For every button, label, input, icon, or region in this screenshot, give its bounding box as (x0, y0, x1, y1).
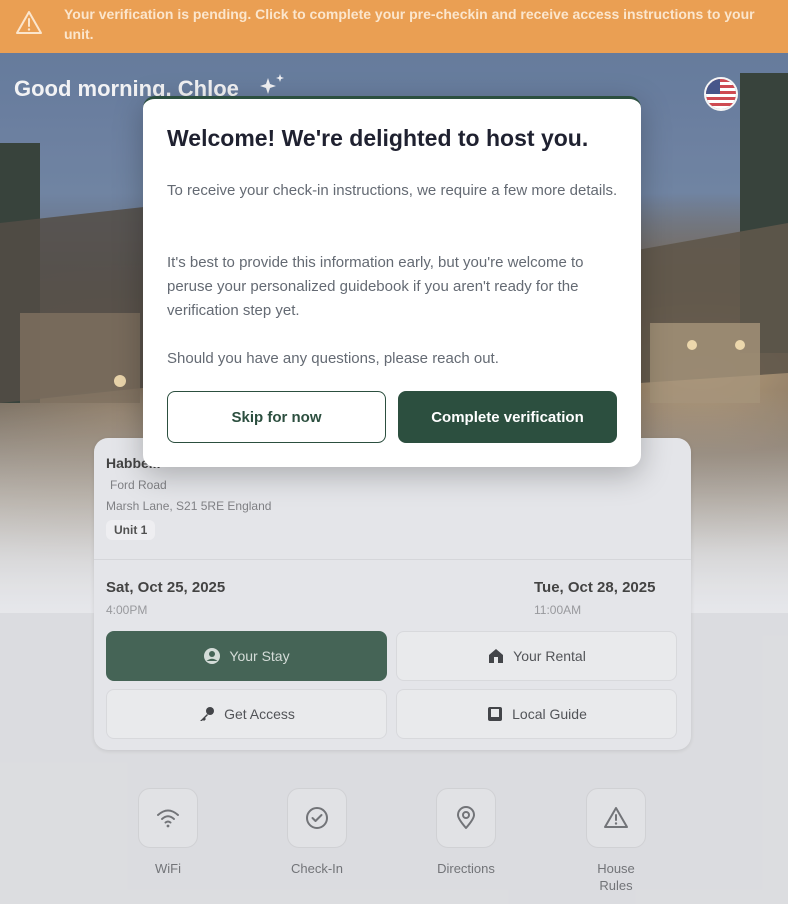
welcome-modal: Welcome! We're delighted to host you. To… (143, 96, 641, 467)
skip-for-now-button[interactable]: Skip for now (167, 391, 386, 443)
modal-paragraph-2: It's best to provide this information ea… (167, 254, 584, 319)
modal-paragraph-1: To receive your check-in instructions, w… (167, 182, 618, 199)
modal-paragraph-3: Should you have any questions, please re… (167, 350, 499, 367)
page: Your verification is pending. Click to c… (0, 0, 788, 904)
modal-title: Welcome! We're delighted to host you. (167, 125, 589, 151)
complete-verification-button[interactable]: Complete verification (398, 391, 617, 443)
